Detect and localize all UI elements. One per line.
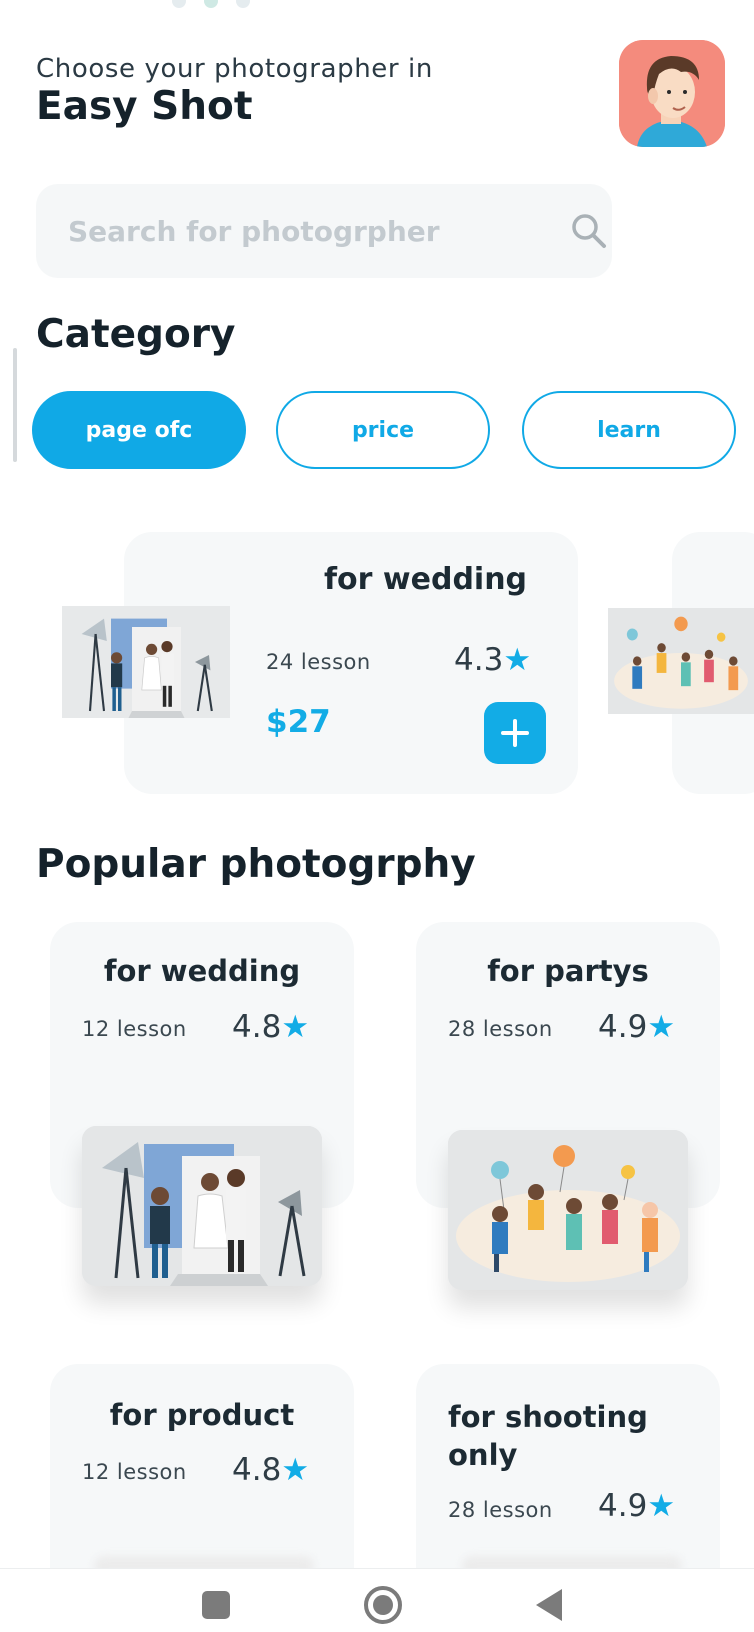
back-triangle-icon[interactable]: [536, 1589, 562, 1621]
rating-value: 4.9: [598, 1009, 648, 1045]
add-button[interactable]: [484, 702, 546, 764]
popular-card-lessons: 12 lesson: [82, 1460, 187, 1484]
popular-card-rating: 4.8★: [232, 1009, 309, 1045]
popular-card-rating: 4.8★: [232, 1452, 309, 1488]
star-icon: ★: [281, 1009, 310, 1045]
popular-card-title: for partys: [487, 954, 649, 988]
user-avatar-icon[interactable]: [619, 40, 725, 147]
star-icon: ★: [647, 1009, 676, 1045]
star-icon: ★: [503, 642, 532, 678]
greeting-text: Choose your photographer in: [36, 54, 433, 84]
category-chip-price[interactable]: price: [276, 391, 490, 469]
featured-card-rating: 4.3★: [454, 642, 531, 678]
rating-value: 4.8: [232, 1452, 282, 1488]
status-dot: [172, 0, 186, 8]
popular-card-title: for wedding: [103, 954, 301, 988]
category-title: Category: [36, 312, 236, 357]
status-dot: [204, 0, 218, 8]
popular-card-title: for shooting only: [448, 1400, 648, 1472]
party-photo-image: [448, 1130, 688, 1290]
featured-card-title: for wedding: [324, 562, 528, 597]
search-bar: [36, 184, 612, 278]
search-input[interactable]: [68, 208, 528, 254]
popular-card-rating: 4.9★: [598, 1488, 675, 1524]
popular-card-lessons: 28 lesson: [448, 1017, 553, 1041]
wedding-photo-image: [82, 1126, 322, 1286]
status-bar: [0, 0, 754, 14]
popular-card-rating: 4.9★: [598, 1009, 675, 1045]
rating-value: 4.3: [454, 642, 504, 678]
popular-title: Popular photogrphy: [36, 842, 476, 887]
status-dot: [236, 0, 250, 8]
category-chip-page-ofc[interactable]: page ofc: [32, 391, 246, 469]
wedding-photo-image: [62, 606, 230, 718]
popular-card-lessons: 28 lesson: [448, 1498, 553, 1522]
featured-card-price: $27: [266, 704, 331, 740]
square-icon[interactable]: [202, 1591, 230, 1619]
category-chip-learn[interactable]: learn: [522, 391, 736, 469]
popular-card-title: for product: [109, 1398, 295, 1432]
featured-card-lessons: 24 lesson: [266, 650, 371, 674]
party-photo-image: [608, 608, 754, 714]
system-navigation-bar: [0, 1568, 754, 1632]
rating-value: 4.8: [232, 1009, 282, 1045]
home-circle-icon[interactable]: [364, 1586, 402, 1624]
scrollbar[interactable]: [13, 348, 17, 462]
popular-card-lessons: 12 lesson: [82, 1017, 187, 1041]
search-icon[interactable]: [568, 210, 610, 252]
star-icon: ★: [281, 1452, 310, 1488]
rating-value: 4.9: [598, 1488, 648, 1524]
app-title: Easy Shot: [36, 84, 253, 129]
star-icon: ★: [647, 1488, 676, 1524]
